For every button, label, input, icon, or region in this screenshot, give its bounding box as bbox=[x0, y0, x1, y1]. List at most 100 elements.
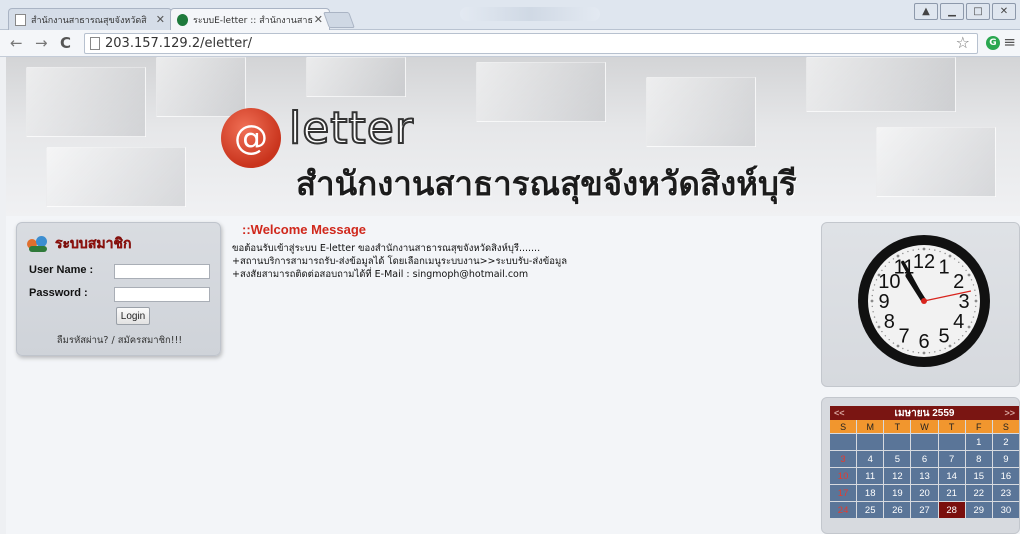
member-login-panel: ระบบสมาชิก User Name : Password : Login … bbox=[16, 222, 221, 356]
address-bar[interactable]: 203.157.129.2/eletter/ bbox=[84, 33, 978, 54]
calendar-weekday: S bbox=[992, 420, 1019, 433]
browser-toolbar: ← → C 203.157.129.2/eletter/ ☆ G ≡ bbox=[0, 30, 1020, 57]
clock-tick bbox=[888, 338, 890, 341]
clock-tick bbox=[961, 335, 964, 337]
calendar-weekday: S bbox=[830, 420, 857, 433]
calendar-day[interactable]: 26 bbox=[884, 502, 911, 518]
close-icon[interactable]: ✕ bbox=[992, 3, 1016, 20]
reload-icon[interactable]: C bbox=[60, 34, 71, 52]
extension-icon[interactable]: G bbox=[986, 36, 1000, 50]
calendar-empty-cell bbox=[830, 434, 857, 450]
clock-tick bbox=[974, 289, 976, 291]
calendar-day[interactable]: 6 bbox=[911, 451, 938, 467]
clock-numeral: 12 bbox=[913, 251, 935, 273]
clock-tick bbox=[875, 321, 878, 323]
calendar-day[interactable]: 17 bbox=[830, 485, 857, 501]
clock-tick bbox=[884, 335, 887, 337]
calendar-day[interactable]: 24 bbox=[830, 502, 857, 518]
calendar-day[interactable]: 13 bbox=[911, 468, 938, 484]
calendar-day[interactable]: 3 bbox=[830, 451, 857, 467]
calendar-day[interactable]: 10 bbox=[830, 468, 857, 484]
menu-icon[interactable]: ≡ bbox=[1003, 33, 1016, 51]
login-button[interactable]: Login bbox=[116, 307, 150, 325]
calendar-day[interactable]: 22 bbox=[965, 485, 992, 501]
clock-tick bbox=[872, 311, 874, 313]
calendar-day[interactable]: 5 bbox=[884, 451, 911, 467]
calendar-day[interactable]: 28 bbox=[938, 502, 965, 518]
clock-tick bbox=[907, 349, 909, 352]
forgot-register-link[interactable]: ลืมรหัสผ่าน? / สมัครสมาชิก!!! bbox=[17, 333, 222, 348]
calendar-day[interactable]: 7 bbox=[938, 451, 965, 467]
clock-numeral: 8 bbox=[884, 311, 895, 333]
calendar-weekday: M bbox=[857, 420, 884, 433]
close-icon[interactable]: ✕ bbox=[156, 13, 165, 26]
maximize-icon[interactable]: □ bbox=[966, 3, 990, 20]
calendar-day[interactable]: 18 bbox=[857, 485, 884, 501]
calendar-day[interactable]: 21 bbox=[938, 485, 965, 501]
calendar-day[interactable]: 20 bbox=[911, 485, 938, 501]
clock-tick bbox=[975, 294, 977, 297]
calendar-empty-cell bbox=[884, 434, 911, 450]
calendar-next-button[interactable]: >> bbox=[1004, 408, 1015, 418]
calendar-day[interactable]: 30 bbox=[992, 502, 1019, 518]
user-icon[interactable]: ▲ bbox=[914, 3, 938, 20]
calendar-day[interactable]: 23 bbox=[992, 485, 1019, 501]
clock-tick bbox=[965, 269, 967, 272]
clock-numeral: 6 bbox=[918, 331, 929, 353]
calendar-day[interactable]: 11 bbox=[857, 468, 884, 484]
clock-tick bbox=[939, 349, 941, 352]
url-text: 203.157.129.2/eletter/ bbox=[105, 36, 253, 51]
password-input[interactable] bbox=[114, 287, 210, 302]
minimize-icon[interactable]: ▁ bbox=[940, 3, 964, 20]
close-icon[interactable]: ✕ bbox=[314, 13, 323, 26]
browser-tab-2[interactable]: ระบบE-letter :: สำนักงานสาธ ✕ bbox=[170, 8, 330, 31]
clock-numeral: 9 bbox=[878, 291, 889, 313]
calendar-empty-cell bbox=[857, 434, 884, 450]
clock-tick bbox=[922, 247, 926, 251]
calendar-day[interactable]: 25 bbox=[857, 502, 884, 518]
browser-tab-bar: สำนักงานสาธารณสุขจังหวัดสิ ✕ ระบบE-lette… bbox=[0, 0, 1020, 31]
calendar-day[interactable]: 14 bbox=[938, 468, 965, 484]
clock-tick bbox=[953, 342, 956, 344]
calendar-panel: << เมษายน 2559 >> S M T W T F S 1 2 3 4 5 6 7 8 9 10 11 12… bbox=[821, 397, 1020, 534]
clock-tick bbox=[917, 248, 920, 250]
calendar-day[interactable]: 8 bbox=[965, 451, 992, 467]
tab-title: ระบบE-letter :: สำนักงานสาธ bbox=[193, 16, 313, 26]
calendar-day[interactable]: 27 bbox=[911, 502, 938, 518]
calendar-day[interactable]: 15 bbox=[965, 468, 992, 484]
forward-icon[interactable]: → bbox=[35, 34, 48, 52]
username-input[interactable] bbox=[114, 264, 210, 279]
organization-name: สำนักงานสาธารณสุขจังหวัดสิงห์บุรี bbox=[296, 164, 797, 203]
window-controls: ▲ ▁ □ ✕ bbox=[914, 3, 1016, 20]
banner-decoration bbox=[306, 57, 406, 97]
back-icon[interactable]: ← bbox=[10, 34, 23, 52]
clock-tick bbox=[944, 347, 946, 350]
calendar-weekday: T bbox=[938, 420, 965, 433]
calendar-day[interactable]: 2 bbox=[992, 434, 1019, 450]
at-logo: @ bbox=[221, 108, 281, 168]
banner-decoration bbox=[476, 62, 606, 122]
clock-tick bbox=[884, 265, 887, 267]
calendar-day[interactable]: 9 bbox=[992, 451, 1019, 467]
calendar-weekday: W bbox=[911, 420, 938, 433]
clock-center bbox=[921, 298, 927, 304]
calendar-day[interactable]: 4 bbox=[857, 451, 884, 467]
calendar-day[interactable]: 12 bbox=[884, 468, 911, 484]
calendar-day[interactable]: 29 bbox=[965, 502, 992, 518]
calendar-day[interactable]: 16 bbox=[992, 468, 1019, 484]
clock-tick bbox=[974, 299, 978, 303]
new-tab-button[interactable] bbox=[323, 12, 355, 28]
clock-tick bbox=[970, 279, 973, 281]
calendar-prev-button[interactable]: << bbox=[834, 408, 845, 418]
star-icon[interactable]: ☆ bbox=[956, 33, 970, 52]
clock-tick bbox=[877, 325, 881, 329]
calendar-day[interactable]: 19 bbox=[884, 485, 911, 501]
banner-decoration bbox=[156, 57, 246, 117]
clock-tick bbox=[875, 279, 878, 281]
browser-tab-1[interactable]: สำนักงานสาธารณสุขจังหวัดสิ ✕ bbox=[8, 8, 172, 30]
calendar-day[interactable]: 1 bbox=[965, 434, 992, 450]
users-icon bbox=[27, 236, 49, 252]
calendar: << เมษายน 2559 >> S M T W T F S 1 2 3 4 5 6 7 8 9 10 11 12… bbox=[830, 406, 1019, 518]
calendar-grid: S M T W T F S 1 2 3 4 5 6 7 8 9 10 11 12 13 14 15 16 17 18 19 20 21… bbox=[830, 420, 1019, 518]
clock-tick bbox=[939, 250, 941, 253]
